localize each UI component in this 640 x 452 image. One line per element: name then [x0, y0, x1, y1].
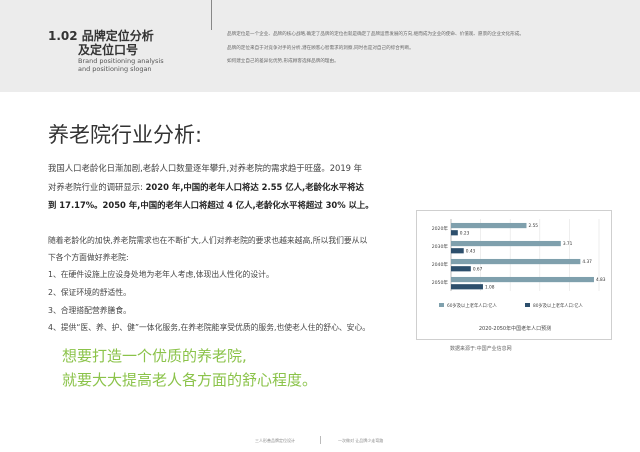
footer-right-text: 一次做对 让品牌少走弯路 [338, 438, 384, 443]
paragraph2-line-2: 下各个方面做好养老院: [48, 253, 129, 262]
page-title: 养老院行业分析: [48, 123, 203, 147]
slogan-line-1: 想要打造一个优质的养老院, [62, 347, 247, 365]
section-subtitle-en-1: Brand positioning analysis [78, 57, 164, 65]
paragraph1-line3-bold: 到 17.17%。2050 年,中国的老年人口将超过 4 亿人,老龄化水平将超过… [48, 200, 374, 210]
paragraph2-line-4: 2、保证环境的舒适性。 [48, 288, 131, 297]
chart-bar [451, 222, 527, 229]
chart-legend-swatch [525, 303, 530, 307]
chart-data-label: 3.71 [563, 241, 573, 247]
chart-data-label: 0.23 [460, 230, 470, 236]
chart-title: 2020-2050年中国老年人口预测 [478, 326, 552, 332]
header-desc-line-1: 品牌定位是一个企业、品牌的核心战略,确定了品牌的定位也就是确定了品牌运营发展的方… [227, 32, 524, 37]
chart-bar [451, 258, 581, 265]
population-chart: 2020年 2.55 0.23 2030年 3.71 0.43 2040年 4.37 0.67 2… [416, 210, 612, 340]
chart-bar [451, 266, 471, 272]
header-desc-line-3: 如何建立自己的差异化优势,形成顾客选择品牌的理由。 [227, 59, 339, 64]
footer-divider [320, 436, 321, 444]
paragraph2-line-1: 随着老龄化的加快,养老院需求也在不断扩大,人们对养老院的要求也越来越高,所以我们… [48, 236, 368, 245]
chart-source: 数据来源于:中国产业信息网 [450, 346, 512, 352]
paragraph1-line2: 对养老院行业的调研显示: 2020 年,中国的老年人口将达 2.55 亿人,老龄… [48, 181, 364, 193]
paragraph2-line-6: 4、提供“医、养、护、健”一体化服务,在养老院能享受优质的服务,也使老人住的舒心… [48, 323, 371, 332]
chart-data-label: 0.67 [473, 266, 483, 272]
slogan-line-2: 就要大大提高老人各方面的舒心程度。 [62, 371, 318, 389]
section-title-line2: 及定位口号 [78, 43, 139, 57]
paragraph2-line-3: 1、在硬件设施上应设身处地为老年人考虑,体现出人性化的设计。 [48, 270, 274, 279]
chart-category-label: 2020年 [432, 225, 449, 232]
chart-bar [451, 240, 561, 247]
paragraph1-line1: 我国人口老龄化日渐加剧,老龄人口数量逐年攀升,对养老院的需求趋于旺盛。2019 … [48, 163, 363, 173]
chart-bar [451, 276, 594, 283]
header-band: 1.02 品牌定位分析 及定位口号 Brand positioning anal… [0, 0, 640, 92]
paragraph1-line2-bold: 2020 年,中国的老年人口将达 2.55 亿人,老龄化水平将达 [145, 182, 364, 192]
chart-data-label: 4.37 [582, 259, 592, 265]
chart-bar [451, 248, 464, 254]
chart-category-label: 2030年 [432, 243, 449, 250]
chart-data-label: 2.55 [528, 223, 538, 229]
chart-legend-label: 80岁及以上老年人口:亿人 [533, 302, 584, 309]
chart-data-label: 1.08 [485, 284, 495, 290]
chart-legend-label: 60岁及以上老年人口:亿人 [447, 302, 498, 309]
chart-category-label: 2050年 [432, 279, 449, 286]
chart-category-label: 2040年 [432, 261, 449, 268]
chart-data-label: 4.83 [596, 277, 606, 283]
chart-legend-swatch [439, 303, 444, 307]
paragraph1-line2-normal: 对养老院行业的调研显示: [48, 182, 146, 192]
header-divider [211, 0, 212, 30]
chart-bar [451, 230, 458, 236]
footer-left-text: 三人形善品牌定位设计 [255, 438, 295, 443]
chart-data-label: 0.43 [466, 248, 476, 254]
paragraph1-line3: 到 17.17%。2050 年,中国的老年人口将超过 4 亿人,老龄化水平将超过… [48, 199, 374, 211]
population-chart-svg: 2020年 2.55 0.23 2030年 3.71 0.43 2040年 4.37 0.67 2… [432, 219, 606, 309]
header-desc-line-2: 品牌的定位来自于对竞争对手的分析,潜在顾客心智需求的洞察,同时也是对自己的综合判… [227, 46, 414, 51]
chart-bar [451, 284, 483, 290]
section-subtitle-en-2: and positioning slogan [78, 65, 152, 73]
paragraph2-line-5: 3、合理搭配营养膳食。 [48, 306, 131, 315]
